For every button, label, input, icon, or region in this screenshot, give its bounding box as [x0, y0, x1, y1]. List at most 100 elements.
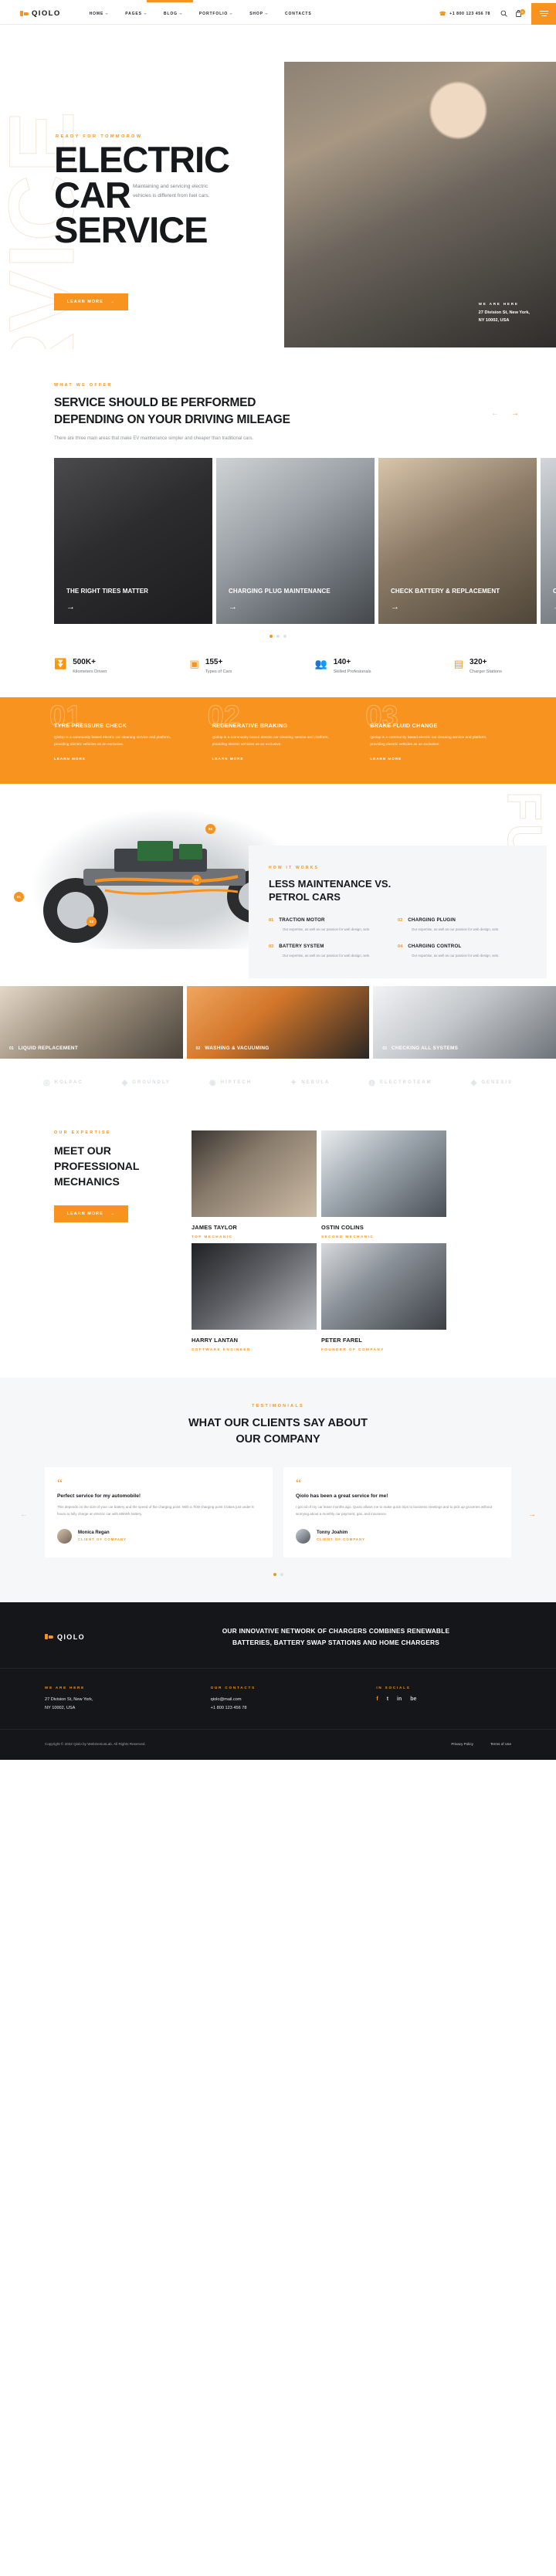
arrow-right-icon[interactable]: →: [553, 602, 556, 612]
behance-icon[interactable]: be: [410, 1696, 416, 1702]
terms-of-use-link[interactable]: Terms of Use: [490, 1742, 511, 1746]
stat-label: Kilometers Driven: [73, 669, 107, 674]
footer-bottom: Copyright © 2022 Qiolo by WebGeniusLab. …: [0, 1728, 556, 1760]
arrow-right-icon: →: [110, 1211, 116, 1216]
header-phone[interactable]: ☎ +1 800 123 456 78: [439, 11, 490, 17]
testimonial-title: Qiolo has been a great service for me!: [296, 1493, 388, 1500]
feature-learn-more-link[interactable]: LEARN MORE: [212, 757, 344, 761]
testimonials-title: WHAT OUR CLIENTS SAY ABOUT OUR COMPANY: [0, 1415, 556, 1449]
team-title: MEET OUR PROFESSIONAL MECHANICS: [54, 1143, 185, 1190]
nav-item-portfolio[interactable]: PORTFOLIO: [191, 12, 241, 16]
step-card[interactable]: 03 CHECKING ALL SYSTEMS: [373, 985, 556, 1059]
brand-mark-icon: ✦: [290, 1078, 299, 1087]
search-icon[interactable]: [500, 10, 507, 17]
page-root: QIOLO HOME PAGES BLOG PORTFOLIO SHOP CON…: [0, 0, 556, 1760]
testimonial-card: “ Perfect service for my automobile! Thi…: [45, 1467, 273, 1557]
hero-learn-more-button[interactable]: LEARN MORE →: [54, 293, 128, 310]
brand-logo: ◆ GENESIS: [471, 1079, 513, 1087]
nav-label: HOME: [89, 11, 104, 16]
hero-title-line1: ELECTRIC: [54, 139, 230, 180]
nav-item-shop[interactable]: SHOP: [241, 12, 276, 16]
how-title-line1: LESS MAINTENANCE VS.: [269, 877, 392, 890]
testimonials-title-line1: WHAT OUR CLIENTS SAY ABOUT: [188, 1416, 368, 1429]
carousel-dot[interactable]: [273, 1572, 276, 1576]
how-title: LESS MAINTENANCE VS. PETROL CARS: [269, 877, 527, 903]
team-learn-more-button[interactable]: LEARN MORE →: [54, 1205, 128, 1222]
feature-learn-more-link[interactable]: LEARN MORE: [370, 757, 502, 761]
member-role: SOFTWARE ENGINEER: [192, 1347, 251, 1351]
how-item-title: CHARGING PLUGIN: [408, 917, 456, 923]
feature-learn-more-link[interactable]: LEARN MORE: [54, 757, 186, 761]
footer-column-socials: IN SOCIALS f t in be: [376, 1686, 511, 1712]
hero-section: SERVICE WE ARE HERE 27 Division St, New …: [0, 25, 556, 349]
testimonials-next-arrow[interactable]: →: [528, 1510, 536, 1519]
member-name: OSTIN COLINS: [321, 1223, 364, 1231]
facebook-icon[interactable]: f: [376, 1696, 378, 1702]
carousel-dot[interactable]: [276, 634, 280, 638]
service-card[interactable]: CHECK ALL FUNCTIONS →: [541, 457, 556, 624]
step-title: WASHING & VACUUMING: [205, 1045, 270, 1051]
brand-mark-icon: ◉: [208, 1078, 218, 1087]
hotspot-04[interactable]: 04: [205, 823, 215, 834]
chevron-down-icon: [178, 12, 182, 15]
hero-photo: WE ARE HERE 27 Division St, New York, NY…: [284, 62, 556, 347]
brand-logo: ◎ KOLPAC: [43, 1079, 83, 1087]
team-member[interactable]: PETER FAREL FOUNDER OF COMPANY: [321, 1242, 446, 1351]
team-title-line3: MECHANICS: [54, 1175, 120, 1188]
nav-item-blog[interactable]: BLOG: [155, 12, 191, 16]
step-card[interactable]: 01 LIQUID REPLACEMENT: [0, 985, 183, 1059]
nav-item-pages[interactable]: PAGES: [117, 12, 155, 16]
member-name: PETER FAREL: [321, 1336, 363, 1344]
cart-icon[interactable]: 0: [515, 9, 525, 17]
carousel-dot[interactable]: [283, 634, 286, 638]
nav-item-contacts[interactable]: CONTACTS: [276, 12, 320, 16]
step-card[interactable]: 02 WASHING & VACUUMING: [186, 985, 370, 1059]
team-member[interactable]: HARRY LANTAN SOFTWARE ENGINEER: [192, 1242, 317, 1351]
charger-icon: ▤: [453, 657, 463, 669]
avatar: [57, 1528, 72, 1544]
site-logo[interactable]: QIOLO: [20, 9, 61, 18]
how-title-line2: PETROL CARS: [269, 890, 341, 903]
service-card-title: CHARGING PLUG MAINTENANCE: [229, 588, 331, 595]
arrow-right-icon[interactable]: →: [391, 602, 500, 612]
phone-icon: ☎: [439, 11, 447, 17]
service-card[interactable]: THE RIGHT TIRES MATTER →: [54, 457, 212, 624]
service-card[interactable]: CHARGING PLUG MAINTENANCE →: [216, 457, 375, 624]
twitter-icon[interactable]: t: [387, 1696, 388, 1702]
arrow-right-icon[interactable]: →: [66, 602, 148, 612]
team-member[interactable]: OSTIN COLINS SECOND MECHANIC: [321, 1130, 446, 1239]
hotspot-01[interactable]: 01: [14, 891, 24, 902]
nav-label: BLOG: [163, 11, 178, 16]
chevron-down-icon: [264, 12, 268, 15]
social-links: f t in be: [376, 1696, 511, 1702]
carousel-prev-arrow[interactable]: ←: [491, 409, 499, 418]
service-card-list: THE RIGHT TIRES MATTER → CHARGING PLUG M…: [0, 457, 556, 624]
chevron-down-icon: [143, 12, 147, 15]
stat-item: ▤ 320+ Charger Stations: [454, 658, 502, 674]
service-card[interactable]: CHECK BATTERY & REPLACEMENT →: [378, 457, 537, 624]
carousel-dot[interactable]: [270, 634, 273, 638]
privacy-policy-link[interactable]: Privacy Policy: [451, 1742, 473, 1746]
hamburger-menu-icon[interactable]: [531, 2, 556, 25]
how-it-works-panel: HOW IT WORKS LESS MAINTENANCE VS. PETROL…: [249, 845, 547, 978]
feature-column: 03 BRAKE FLUID CHANGE Qiolop is a commun…: [365, 700, 502, 761]
chevron-down-icon: [105, 12, 109, 15]
stat-label: Skilled Profesionals: [333, 669, 371, 674]
team-member[interactable]: JAMES TAYLOR TOP MECHANIC: [192, 1130, 317, 1239]
hero-address-line1: 27 Division St, New York,: [478, 310, 530, 315]
nav-item-home[interactable]: HOME: [81, 12, 117, 16]
stat-number: 155+: [205, 657, 223, 666]
hotspot-03[interactable]: 03: [192, 874, 202, 885]
carousel-next-arrow[interactable]: →: [511, 409, 519, 418]
footer-logo-text: QIOLO: [57, 1632, 85, 1641]
service-card-title: CHECK ALL FUNCTIONS: [553, 588, 556, 595]
linkedin-icon[interactable]: in: [397, 1696, 402, 1702]
carousel-dot[interactable]: [280, 1572, 283, 1576]
arrow-right-icon[interactable]: →: [229, 602, 331, 612]
footer-label: WE ARE HERE: [45, 1686, 86, 1690]
footer-logo[interactable]: QIOLO: [45, 1625, 161, 1648]
how-item-text: Our expertise, as well as our passion fo…: [412, 927, 499, 931]
how-item-title: CHARGING CONTROL: [408, 943, 462, 949]
testimonials-prev-arrow[interactable]: ←: [20, 1510, 28, 1519]
hotspot-02[interactable]: 02: [86, 916, 97, 927]
